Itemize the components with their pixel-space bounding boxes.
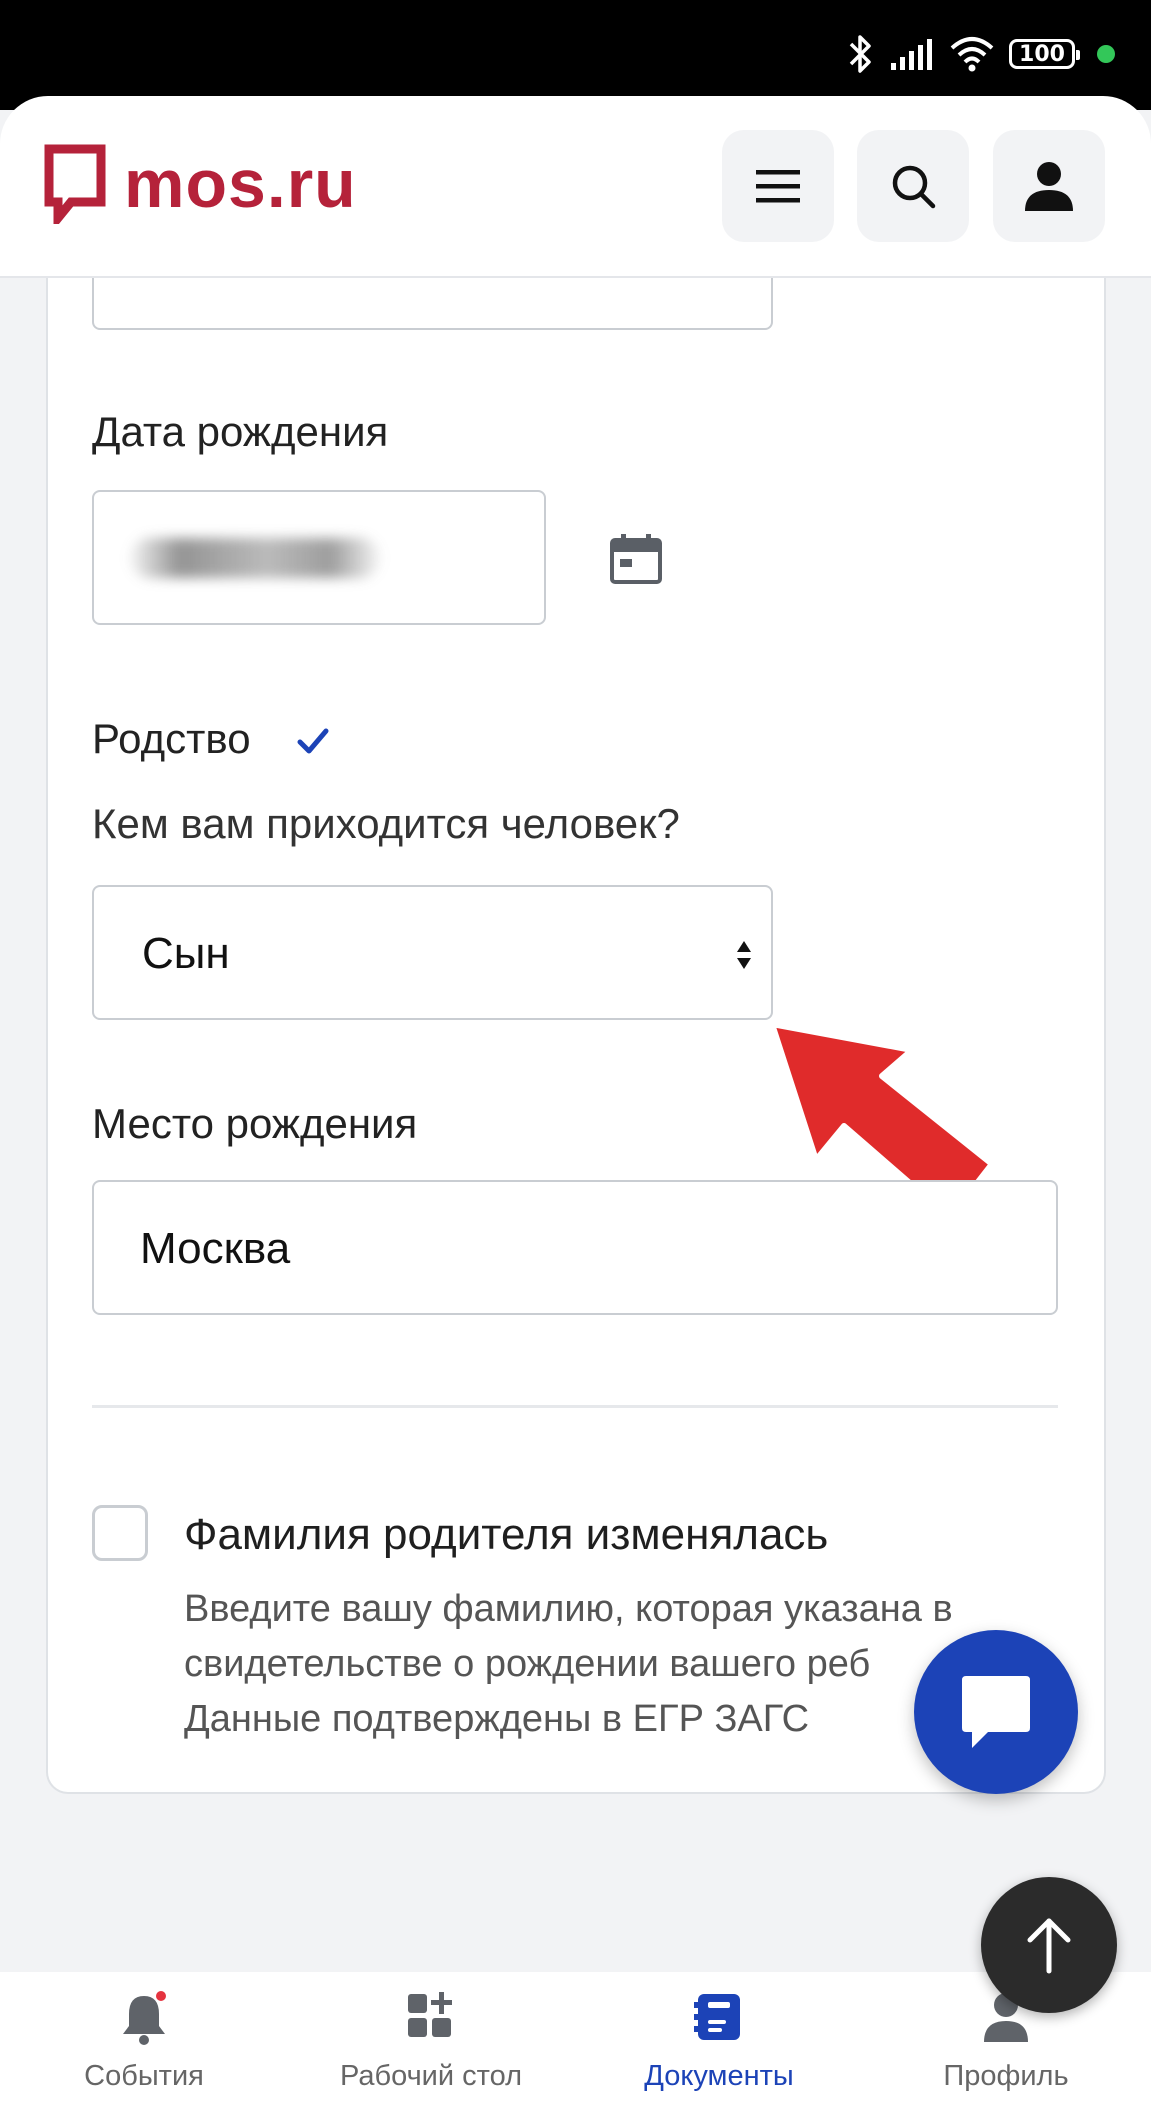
nav-documents[interactable]: Документы	[594, 1972, 844, 2121]
documents-icon	[694, 1994, 740, 2040]
relationship-label: Родство	[92, 715, 251, 762]
site-header: mos.ru	[0, 96, 1151, 278]
widgets-add-icon	[408, 1992, 452, 2037]
bell-icon	[123, 1990, 168, 2045]
surname-changed-checkbox[interactable]	[92, 1505, 148, 1561]
battery-indicator: 100	[1009, 39, 1080, 69]
section-divider	[92, 1405, 1058, 1408]
wifi-icon	[950, 37, 994, 72]
nav-documents-label: Документы	[644, 2060, 794, 2092]
redacted-date-value	[130, 538, 380, 578]
help-text-line-1: Введите вашу фамилию, которая указана в	[184, 1588, 953, 1630]
checkmark-icon	[297, 728, 329, 754]
birthplace-input[interactable]: Москва	[92, 1180, 1058, 1315]
relationship-select[interactable]: Сын	[92, 885, 773, 1020]
signal-icon	[891, 39, 932, 70]
birthplace-label: Место рождения	[92, 1100, 418, 1147]
scroll-to-top-button[interactable]	[981, 1877, 1117, 2013]
account-button[interactable]	[993, 130, 1105, 242]
hamburger-icon	[756, 170, 800, 203]
nav-events[interactable]: События	[19, 1972, 269, 2121]
mos-logo[interactable]: mos.ru	[44, 144, 357, 224]
nav-events-label: События	[84, 2060, 204, 2092]
relationship-selected-value: Сын	[142, 929, 230, 978]
bluetooth-icon	[849, 35, 871, 73]
search-button[interactable]	[857, 130, 969, 242]
calendar-icon[interactable]	[608, 532, 664, 586]
chat-button[interactable]	[914, 1630, 1078, 1794]
status-bar: 100	[0, 0, 1151, 110]
help-text-line-3: Данные подтверждены в ЕГР ЗАГС	[184, 1698, 810, 1740]
select-arrows-icon	[737, 941, 751, 969]
search-icon	[892, 165, 936, 209]
help-text-line-2: свидетельстве о рождении вашего реб	[184, 1643, 871, 1685]
nav-profile-label: Профиль	[943, 2060, 1069, 2092]
privacy-indicator-dot	[1097, 45, 1115, 63]
relationship-question: Кем вам приходится человек?	[92, 800, 680, 847]
mos-logo-icon	[44, 144, 106, 224]
birth-date-label: Дата рождения	[92, 408, 389, 455]
chat-bubble-icon	[962, 1676, 1030, 1748]
nav-desktop-label: Рабочий стол	[339, 2060, 523, 2092]
menu-button[interactable]	[722, 130, 834, 242]
logo-text: mos.ru	[124, 146, 357, 222]
bottom-navigation: События Рабочий стол Документы Профиль	[0, 1972, 1151, 2121]
birthplace-value: Москва	[140, 1224, 291, 1273]
user-icon	[1025, 162, 1073, 211]
surname-changed-label: Фамилия родителя изменялась	[184, 1510, 829, 1559]
arrow-up-icon	[1027, 1918, 1071, 1974]
nav-desktop[interactable]: Рабочий стол	[306, 1972, 556, 2121]
